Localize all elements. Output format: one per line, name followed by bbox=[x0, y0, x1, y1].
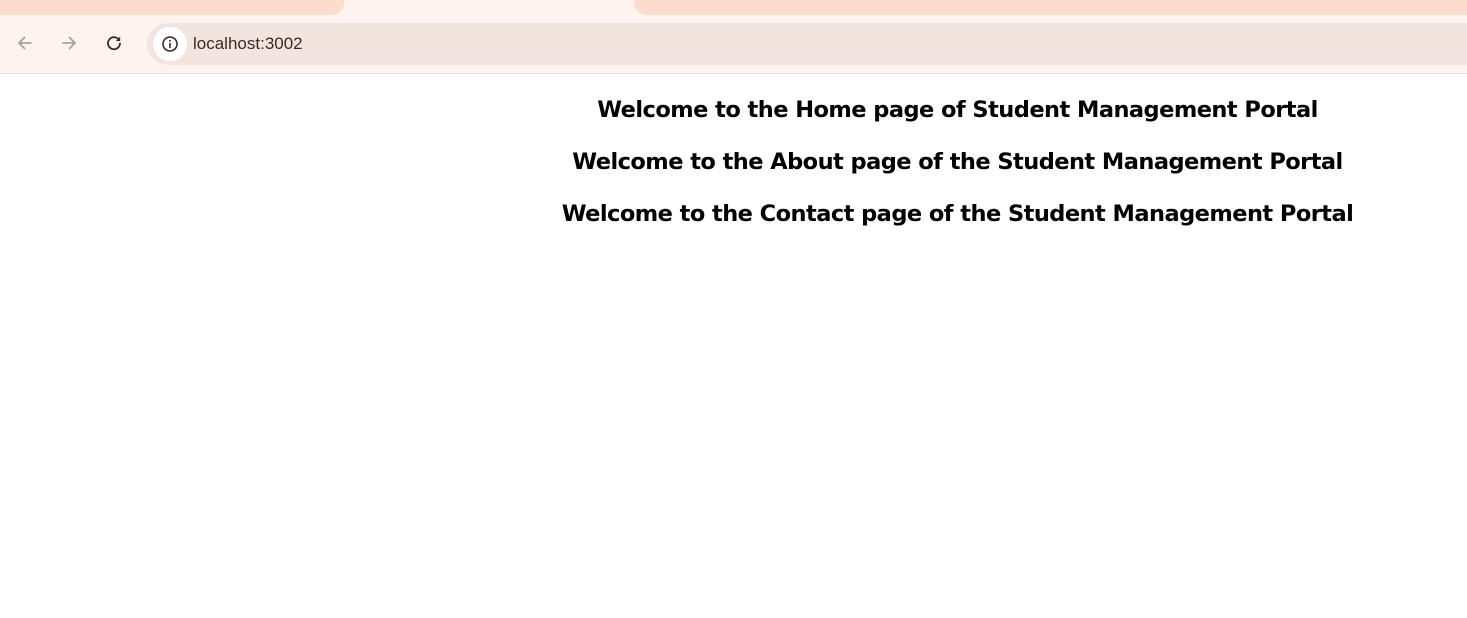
site-info-button[interactable] bbox=[153, 27, 187, 61]
about-heading: Welcome to the About page of the Student… bbox=[572, 149, 1343, 175]
browser-toolbar: localhost:3002 bbox=[0, 16, 1467, 74]
address-bar[interactable]: localhost:3002 bbox=[147, 23, 1467, 65]
reload-button[interactable] bbox=[97, 26, 131, 60]
url-text[interactable]: localhost:3002 bbox=[193, 23, 303, 65]
tab-inactive-right[interactable] bbox=[634, 0, 1467, 15]
tab-strip bbox=[0, 0, 1467, 16]
contact-heading: Welcome to the Contact page of the Stude… bbox=[561, 201, 1354, 227]
arrow-left-icon bbox=[18, 36, 32, 50]
page-content: Welcome to the Home page of Student Mana… bbox=[0, 74, 1467, 618]
back-button[interactable] bbox=[8, 26, 42, 60]
home-heading: Welcome to the Home page of Student Mana… bbox=[597, 97, 1318, 123]
forward-button[interactable] bbox=[52, 26, 86, 60]
reload-icon bbox=[107, 36, 121, 51]
tab-inactive-left[interactable] bbox=[0, 0, 344, 15]
info-icon bbox=[162, 36, 178, 52]
arrow-right-icon bbox=[62, 36, 76, 50]
